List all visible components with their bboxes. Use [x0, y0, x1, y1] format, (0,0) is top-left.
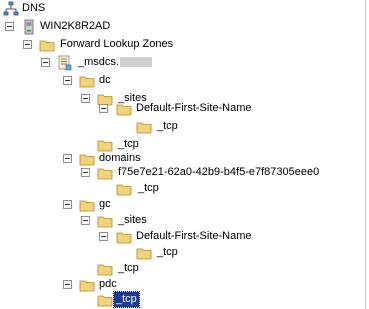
- collapse-toggle[interactable]: [63, 200, 72, 209]
- collapse-toggle[interactable]: [63, 154, 72, 163]
- folder-icon: [97, 264, 113, 276]
- tree-item-label: pdc: [99, 278, 117, 290]
- tree-item-label: DNS: [22, 2, 46, 14]
- tree-item-label: Default-First-Site-Name: [136, 230, 252, 242]
- dns-icon: [3, 1, 19, 16]
- collapse-toggle[interactable]: [99, 104, 108, 113]
- collapse-toggle[interactable]: [81, 168, 90, 177]
- tree-item-dc-site-tcp[interactable]: _tcp: [0, 118, 360, 136]
- tree-item-label: dc: [99, 74, 111, 86]
- collapse-toggle[interactable]: [63, 76, 72, 85]
- tree-item-label-selected: _tcp: [113, 291, 140, 308]
- redacted-domain: [119, 57, 152, 68]
- collapse-toggle[interactable]: [81, 216, 90, 225]
- tree-item-label: Forward Lookup Zones: [60, 38, 174, 50]
- tree-item-server[interactable]: WIN2K8R2AD: [0, 18, 360, 36]
- collapse-toggle[interactable]: [41, 58, 50, 67]
- tree-item-label: _tcp: [157, 246, 178, 258]
- folder-icon: [136, 248, 152, 260]
- collapse-toggle[interactable]: [23, 40, 32, 49]
- tree-item-dc-default-site[interactable]: Default-First-Site-Name: [0, 100, 360, 118]
- zone-name-text: _msdcs.: [78, 56, 119, 68]
- tree-item-label: WIN2K8R2AD: [40, 20, 111, 32]
- collapse-toggle[interactable]: [63, 280, 72, 289]
- tree-item-label: _msdcs.: [76, 55, 154, 70]
- dns-tree-view[interactable]: DNS WIN2K8R2AD Forward Lookup Zones _msd…: [0, 0, 366, 309]
- tree-item-label: _tcp: [157, 120, 178, 132]
- tree-item-pdc-tcp[interactable]: _tcp: [0, 291, 360, 309]
- tree-item-label: _sites: [118, 214, 147, 226]
- tree-item-label: _tcp: [118, 262, 139, 274]
- folder-icon: [97, 168, 113, 180]
- tree-item-forward-lookup-zones[interactable]: Forward Lookup Zones: [0, 36, 360, 54]
- folder-icon: [97, 295, 113, 307]
- folder-icon: [79, 76, 95, 88]
- tree-item-dns[interactable]: DNS: [0, 0, 360, 18]
- zone-icon: [58, 55, 72, 71]
- folder-icon: [136, 122, 152, 134]
- server-icon: [24, 19, 34, 35]
- tree-item-label: Default-First-Site-Name: [136, 102, 252, 114]
- collapse-toggle[interactable]: [99, 232, 108, 241]
- folder-icon: [79, 200, 95, 212]
- folder-icon: [116, 184, 132, 196]
- tree-item-label: f75e7e21-62a0-42b9-b4f5-e7f87305eee0: [118, 166, 320, 178]
- collapse-toggle[interactable]: [5, 22, 14, 31]
- folder-icon: [97, 216, 113, 228]
- folder-icon: [116, 232, 132, 244]
- folder-icon: [116, 104, 132, 116]
- tree-item-dc[interactable]: dc: [0, 72, 360, 90]
- folder-icon: [39, 40, 55, 52]
- tree-item-label: gc: [99, 198, 111, 210]
- tree-item-label: _tcp: [138, 182, 159, 194]
- tree-item-msdcs-zone[interactable]: _msdcs.: [0, 54, 360, 72]
